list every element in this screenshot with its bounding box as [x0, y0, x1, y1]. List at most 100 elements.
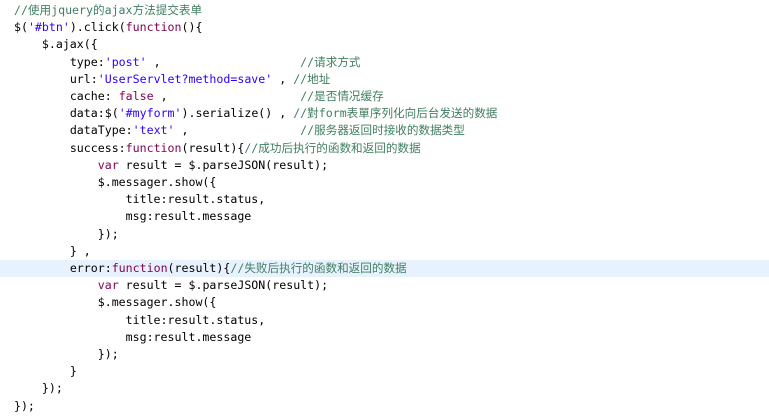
code-line[interactable]: data:$('#myform').serialize() , //對form表… — [0, 105, 769, 122]
code-token-plain: , — [174, 123, 301, 138]
code-token-keyword: function — [125, 20, 182, 35]
code-token-string: 'text' — [132, 123, 175, 138]
code-line[interactable]: }); — [0, 346, 769, 363]
code-token-plain: msg:result.message — [125, 209, 252, 224]
code-line[interactable]: msg:result.message — [0, 208, 769, 225]
code-line[interactable]: msg:result.message — [0, 329, 769, 346]
code-line[interactable]: }); — [0, 398, 769, 415]
code-token-plain: title:result.status, — [125, 312, 266, 327]
code-line[interactable]: cache: false , //是否情况缓存 — [0, 88, 769, 105]
code-token-plain: result = $.parseJSON(result); — [118, 157, 329, 172]
code-line[interactable]: }); — [0, 226, 769, 243]
code-line[interactable]: } — [0, 363, 769, 380]
code-line[interactable]: var result = $.parseJSON(result); — [0, 277, 769, 294]
code-token-plain: (result){ — [167, 261, 231, 275]
code-token-keyword: var — [97, 278, 119, 293]
code-token-comment: //成功后执行的函数和返回的数据 — [244, 140, 421, 155]
code-line[interactable]: $('#btn').click(function(){ — [0, 19, 769, 36]
code-token-string: 'UserServlet?method=save' — [97, 71, 273, 86]
code-token-plain: , — [153, 89, 301, 103]
code-token-comment: //服务器返回时接收的数据类型 — [300, 123, 465, 138]
code-token-plain: $.messager.show({ — [97, 175, 217, 189]
code-token-keyword: false — [118, 89, 154, 103]
code-token-plain: dataType: — [69, 123, 133, 138]
code-token-plain: ).click( — [69, 20, 126, 35]
code-token-plain: ).serialize() , — [181, 106, 294, 121]
code-line-current[interactable]: error:function(result){//失败后执行的函数和返回的数据 — [0, 260, 769, 277]
code-token-plain: cache: — [69, 89, 119, 103]
code-token-plain: , — [272, 71, 294, 86]
code-token-plain: , — [146, 54, 301, 69]
code-token-plain: (){ — [181, 20, 203, 35]
code-token-comment: //失败后执行的函数和返回的数据 — [230, 261, 407, 275]
code-token-plain: }); — [13, 398, 35, 413]
code-token-string: '#btn' — [27, 20, 70, 35]
code-line[interactable]: $.messager.show({ — [0, 294, 769, 311]
code-token-plain: }); — [97, 226, 119, 241]
code-token-plain: msg:result.message — [125, 329, 252, 344]
code-line[interactable]: type:'post' , //请求方式 — [0, 54, 769, 71]
code-line[interactable]: dataType:'text' , //服务器返回时接收的数据类型 — [0, 122, 769, 139]
code-line[interactable]: title:result.status, — [0, 191, 769, 208]
code-token-comment: //地址 — [293, 71, 331, 86]
code-token-comment: //是否情况缓存 — [300, 89, 384, 103]
code-token-plain: result = $.parseJSON(result); — [118, 278, 329, 293]
code-line[interactable]: } , — [0, 243, 769, 260]
code-token-keyword: var — [97, 157, 119, 172]
code-token-plain: type: — [69, 54, 105, 69]
code-line[interactable]: $.messager.show({ — [0, 174, 769, 191]
code-token-comment: //请求方式 — [300, 54, 361, 69]
code-token-keyword: function — [125, 140, 182, 155]
code-token-plain: data:$( — [69, 106, 119, 121]
code-line[interactable]: var result = $.parseJSON(result); — [0, 157, 769, 174]
code-token-keyword: function — [111, 261, 168, 275]
code-line[interactable]: //使用jquery的ajax方法提交表单 — [0, 2, 769, 19]
code-line[interactable]: $.ajax({ — [0, 36, 769, 53]
code-line[interactable]: }); — [0, 380, 769, 397]
code-token-comment: //使用jquery的ajax方法提交表单 — [13, 3, 203, 17]
code-token-plain: url: — [69, 71, 98, 86]
code-token-plain: $.ajax({ — [41, 37, 98, 52]
code-token-plain: $( — [13, 20, 28, 35]
code-line[interactable]: url:'UserServlet?method=save' , //地址 — [0, 71, 769, 88]
code-token-plain: }); — [41, 381, 63, 396]
code-token-string: 'post' — [104, 54, 147, 69]
code-token-plain: } — [69, 364, 77, 379]
code-token-plain: (result){ — [181, 140, 245, 155]
code-token-plain: }); — [97, 347, 119, 361]
code-token-comment: //對form表單序列化向后台发送的数据 — [293, 106, 498, 121]
code-editor[interactable]: //使用jquery的ajax方法提交表单 $('#btn').click(fu… — [0, 0, 769, 419]
code-token-plain: error: — [69, 261, 112, 275]
code-token-plain: $.messager.show({ — [97, 295, 217, 310]
code-token-plain: title:result.status, — [125, 192, 266, 207]
code-line[interactable]: title:result.status, — [0, 312, 769, 329]
code-token-plain: success: — [69, 140, 126, 155]
code-line[interactable]: success:function(result){//成功后执行的函数和返回的数… — [0, 140, 769, 157]
code-token-plain: } , — [69, 243, 91, 258]
code-token-string: '#myform' — [118, 106, 182, 121]
